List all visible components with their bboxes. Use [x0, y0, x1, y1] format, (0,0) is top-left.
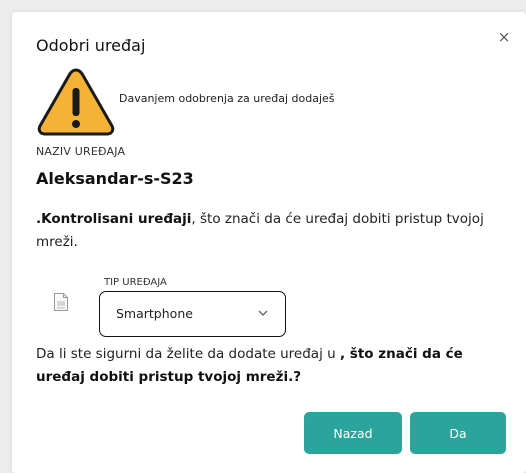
device-name-value: Aleksandar-s-S23	[36, 169, 194, 188]
close-icon[interactable]: ×	[495, 28, 513, 46]
device-type-label: TIP UREĐAJA	[104, 277, 167, 288]
device-type-select[interactable]: Smartphone	[99, 291, 286, 337]
description-bold: .Kontrolisani uređaji	[36, 211, 192, 227]
confirmation-prefix: Da li ste sigurni da želite da dodate ur…	[36, 346, 340, 362]
device-type-selected-value: Smartphone	[116, 306, 193, 321]
confirmation-text: Da li ste sigurni da želite da dodate ur…	[36, 343, 516, 389]
warning-text: Davanjem odobrenja za uređaj dodaješ	[119, 92, 335, 105]
warning-triangle-icon	[37, 68, 115, 136]
dialog-title: Odobri uređaj	[36, 36, 146, 55]
approve-device-dialog: Odobri uređaj × Davanjem odobrenja za ur…	[12, 12, 526, 473]
description-text: .Kontrolisani uređaji, što znači da će u…	[36, 208, 506, 254]
device-type-icon	[54, 293, 68, 311]
device-name-label: NAZIV UREĐAJA	[36, 145, 126, 158]
chevron-down-icon	[258, 310, 268, 316]
back-button[interactable]: Nazad	[304, 412, 402, 454]
confirm-button[interactable]: Da	[410, 412, 506, 454]
